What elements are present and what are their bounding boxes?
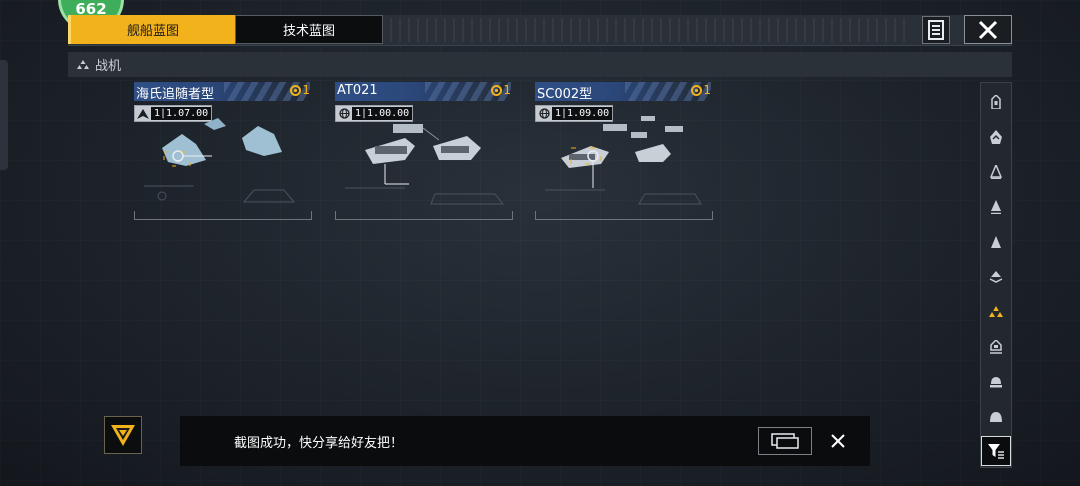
ship-scale-bar bbox=[335, 211, 513, 220]
blueprint-medal-icon bbox=[290, 84, 302, 96]
filter-carrier[interactable] bbox=[981, 122, 1011, 152]
ship-illustration bbox=[345, 124, 505, 205]
blueprint-medal-icon bbox=[691, 84, 703, 96]
filter-station[interactable] bbox=[981, 367, 1011, 397]
ship-cost-value: 1 bbox=[503, 83, 511, 97]
filter-battleship[interactable] bbox=[981, 87, 1011, 117]
tab-ship-blueprint[interactable]: 舰船蓝图 bbox=[68, 15, 235, 44]
filter-support[interactable] bbox=[981, 332, 1011, 362]
rank-chevron-icon bbox=[111, 425, 135, 446]
ship-cost: 1 bbox=[290, 83, 310, 97]
tab-label: 技术蓝图 bbox=[282, 24, 335, 39]
fighter-icon bbox=[76, 58, 90, 72]
support-icon bbox=[990, 340, 1002, 354]
share-screenshot-button[interactable] bbox=[758, 427, 812, 455]
ship-cost-value: 1 bbox=[302, 83, 310, 97]
carrier-icon bbox=[990, 130, 1002, 144]
filter-frigate[interactable] bbox=[981, 227, 1011, 257]
ship-illustration bbox=[144, 118, 296, 203]
document-list-icon bbox=[928, 20, 944, 40]
blueprint-medal-icon bbox=[491, 84, 503, 96]
corvette-icon bbox=[989, 271, 1003, 283]
filter-fighter[interactable] bbox=[981, 297, 1011, 327]
battleship-icon bbox=[991, 95, 1001, 109]
station-icon bbox=[990, 377, 1002, 388]
screenshot-toast: 截图成功，快分享给好友把！ bbox=[180, 416, 870, 466]
close-icon bbox=[978, 20, 998, 39]
share-screenshot-icon bbox=[771, 433, 799, 449]
ship-card-3[interactable]: SC002型 1 1|1.09.00 bbox=[535, 82, 713, 220]
frigate-icon bbox=[991, 236, 1001, 248]
close-icon bbox=[831, 434, 845, 448]
blueprint-tabs: 舰船蓝图 技术蓝图 bbox=[68, 15, 383, 44]
destroyer-icon bbox=[991, 200, 1001, 214]
filter-destroyer[interactable] bbox=[981, 192, 1011, 222]
ship-name: SC002型 bbox=[537, 87, 593, 102]
ship-cost: 1 bbox=[491, 83, 511, 97]
left-edge-handle[interactable] bbox=[0, 60, 8, 170]
ship-name: AT021 bbox=[337, 83, 378, 98]
document-list-button[interactable] bbox=[922, 16, 950, 44]
tab-tech-blueprint[interactable]: 技术蓝图 bbox=[235, 15, 383, 44]
cruiser-icon bbox=[990, 165, 1002, 179]
category-bar: 战机 bbox=[68, 52, 1012, 77]
fighter-icon bbox=[989, 306, 1003, 317]
ship-scale-bar bbox=[535, 211, 713, 220]
ship-scale-bar bbox=[134, 211, 312, 220]
toast-message: 截图成功，快分享给好友把！ bbox=[234, 436, 404, 451]
ship-card-1[interactable]: 海氏追随者型 1 1|1.07.00 bbox=[134, 82, 312, 220]
toast-close-button[interactable] bbox=[824, 427, 852, 455]
filter-corvette[interactable] bbox=[981, 262, 1011, 292]
filter-funnel-icon bbox=[988, 444, 1004, 459]
close-button[interactable] bbox=[964, 15, 1012, 44]
ship-cost: 1 bbox=[691, 83, 711, 97]
filter-cruiser[interactable] bbox=[981, 157, 1011, 187]
dome-icon bbox=[990, 412, 1002, 422]
tab-label: 舰船蓝图 bbox=[126, 24, 179, 39]
ship-card-2[interactable]: AT021 1 1|1.00.00 bbox=[335, 82, 513, 220]
ship-type-filter-column bbox=[980, 82, 1012, 468]
ship-name: 海氏追随者型 bbox=[136, 87, 215, 102]
ship-cost-value: 1 bbox=[703, 83, 711, 97]
filter-funnel-button[interactable] bbox=[981, 436, 1011, 466]
rank-chevron-button[interactable] bbox=[104, 416, 142, 454]
top-bar-decor bbox=[390, 18, 910, 42]
filter-dome[interactable] bbox=[981, 402, 1011, 432]
ship-illustration bbox=[545, 116, 702, 205]
category-label: 战机 bbox=[95, 59, 122, 74]
